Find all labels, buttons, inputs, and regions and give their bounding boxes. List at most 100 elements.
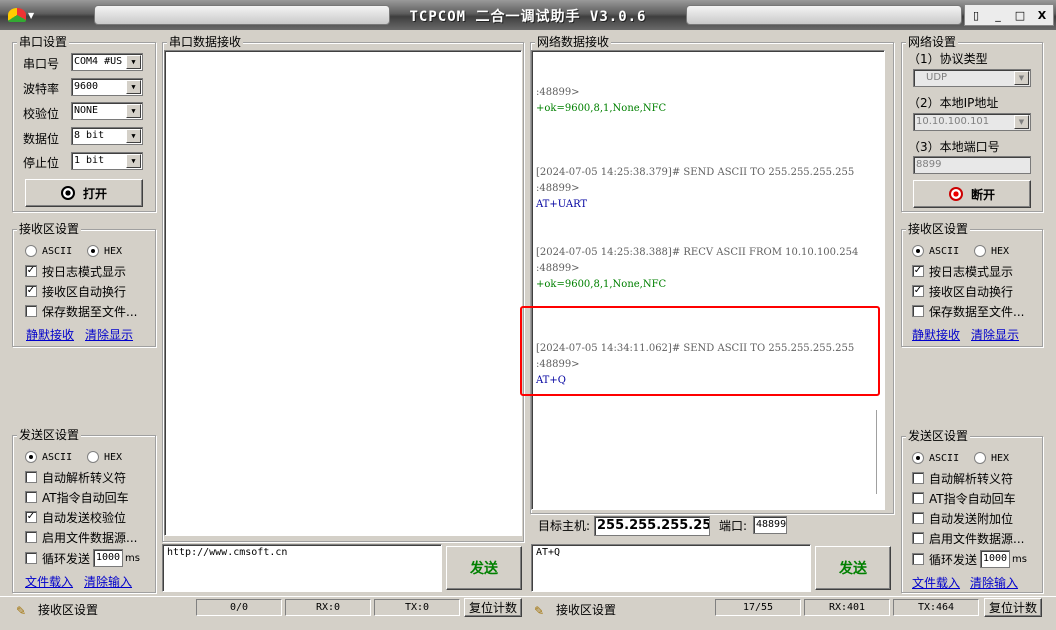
- right-recv-auto-wrap-option[interactable]: ✓ 接收区自动换行: [912, 281, 1013, 301]
- left-send-ascii-option[interactable]: ASCII: [25, 447, 72, 467]
- disconnect-button[interactable]: 断开: [913, 180, 1031, 208]
- maximize-button[interactable]: □: [1011, 9, 1029, 22]
- left-send-loop-checkbox[interactable]: [25, 552, 37, 564]
- right-send-at-cr-checkbox[interactable]: [912, 492, 924, 504]
- protocol-select[interactable]: UDP ▼: [913, 69, 1031, 87]
- right-recv-auto-wrap-checkbox[interactable]: ✓: [912, 285, 924, 297]
- close-button[interactable]: X: [1033, 9, 1051, 22]
- right-recv-ascii-radio[interactable]: [912, 245, 924, 257]
- left-send-auto-escape-option[interactable]: 自动解析转义符: [25, 467, 126, 487]
- status-left-reset-button[interactable]: 复位计数: [464, 598, 522, 617]
- right-recv-hex-radio[interactable]: [974, 245, 986, 257]
- chevron-down-icon[interactable]: ▼: [126, 80, 141, 94]
- right-send-at-cr-option[interactable]: AT指令自动回车: [912, 488, 1016, 508]
- left-recv-save-file-option[interactable]: 保存数据至文件...: [25, 301, 137, 321]
- net-log-line: [2024-07-05 14:25:38.379]# SEND ASCII TO…: [536, 167, 855, 178]
- left-send-auto-check-option[interactable]: ✓ 自动发送校验位: [25, 507, 126, 527]
- left-recv-auto-wrap-checkbox[interactable]: ✓: [25, 285, 37, 297]
- chevron-down-icon[interactable]: ▼: [126, 104, 141, 118]
- left-send-at-cr-option[interactable]: AT指令自动回车: [25, 487, 129, 507]
- left-send-auto-escape-checkbox[interactable]: [25, 471, 37, 483]
- right-recv-hex-option[interactable]: HEX: [974, 241, 1009, 261]
- chevron-down-icon[interactable]: ▼: [126, 129, 141, 143]
- left-recv-silent-link[interactable]: 静默接收: [26, 326, 74, 343]
- right-recv-save-file-checkbox[interactable]: [912, 305, 924, 317]
- parity-select[interactable]: NONE ▼: [71, 102, 143, 120]
- left-send-auto-escape-label: 自动解析转义符: [42, 470, 127, 485]
- right-send-file-src-option[interactable]: 启用文件数据源...: [912, 528, 1024, 548]
- baud-select[interactable]: 9600 ▼: [71, 78, 143, 96]
- right-send-auto-escape-option[interactable]: 自动解析转义符: [912, 468, 1013, 488]
- status-right-reset-button[interactable]: 复位计数: [984, 598, 1042, 617]
- left-send-load-link[interactable]: 文件载入: [25, 573, 73, 590]
- right-recv-log-mode-option[interactable]: ✓ 按日志模式显示: [912, 261, 1013, 281]
- left-send-loop-label: 循环发送: [42, 551, 91, 566]
- pin-icon[interactable]: ▯: [967, 9, 985, 22]
- chevron-down-icon[interactable]: ▼: [126, 55, 141, 69]
- net-send-button[interactable]: 发送: [815, 546, 891, 590]
- right-send-ascii-option[interactable]: ASCII: [912, 448, 959, 468]
- highlight-box: [520, 306, 880, 396]
- net-recv-title: 网络数据接收: [535, 35, 612, 49]
- chevron-down-icon[interactable]: ▼: [126, 154, 141, 168]
- network-settings-group: 网络设置 （1）协议类型 UDP ▼ （2）本地IP地址 10.10.100.10…: [901, 35, 1043, 212]
- right-send-clear-link[interactable]: 清除输入: [970, 574, 1018, 591]
- left-recv-auto-wrap-option[interactable]: ✓ 接收区自动换行: [25, 281, 126, 301]
- serial-send-input[interactable]: http://www.cmsoft.cn: [162, 544, 442, 592]
- open-port-button[interactable]: 打开: [25, 179, 143, 207]
- minimize-button[interactable]: _: [989, 9, 1007, 22]
- left-recv-log-mode-checkbox[interactable]: ✓: [25, 265, 37, 277]
- right-send-loop-checkbox[interactable]: [912, 553, 924, 565]
- serial-send-button[interactable]: 发送: [446, 546, 522, 590]
- databits-select[interactable]: 8 bit ▼: [71, 127, 143, 145]
- right-send-auto-escape-checkbox[interactable]: [912, 472, 924, 484]
- left-recv-ascii-radio[interactable]: [25, 245, 37, 257]
- serial-recv-area[interactable]: [164, 50, 522, 536]
- left-send-at-cr-label: AT指令自动回车: [42, 490, 129, 505]
- local-ip-select[interactable]: 10.10.100.101 ▼: [913, 113, 1031, 131]
- net-send-input[interactable]: AT+Q: [531, 544, 811, 592]
- right-send-auto-append-option[interactable]: 自动发送附加位: [912, 508, 1013, 528]
- left-send-hex-option[interactable]: HEX: [87, 447, 122, 467]
- right-send-file-src-checkbox[interactable]: [912, 532, 924, 544]
- left-send-auto-check-checkbox[interactable]: ✓: [25, 511, 37, 523]
- left-send-hex-radio[interactable]: [87, 451, 99, 463]
- left-recv-save-file-checkbox[interactable]: [25, 305, 37, 317]
- left-send-at-cr-checkbox[interactable]: [25, 491, 37, 503]
- stopbits-select[interactable]: 1 bit ▼: [71, 152, 143, 170]
- right-recv-save-file-option[interactable]: 保存数据至文件...: [912, 301, 1024, 321]
- right-send-load-link[interactable]: 文件载入: [912, 574, 960, 591]
- left-recv-hex-option[interactable]: HEX: [87, 241, 122, 261]
- target-port-label: 端口:: [719, 519, 748, 533]
- right-send-loop-option[interactable]: 循环发送: [912, 549, 977, 569]
- right-recv-silent-link[interactable]: 静默接收: [912, 326, 960, 343]
- left-recv-hex-radio[interactable]: [87, 245, 99, 257]
- left-send-file-src-option[interactable]: 启用文件数据源...: [25, 527, 137, 547]
- port-select[interactable]: COM4 #US ▼: [71, 53, 143, 71]
- right-send-hex-option[interactable]: HEX: [974, 448, 1009, 468]
- right-recv-clear-link[interactable]: 清除显示: [971, 326, 1019, 343]
- power-icon: [948, 187, 963, 201]
- left-recv-clear-link[interactable]: 清除显示: [85, 326, 133, 343]
- net-recv-area[interactable]: :48899> +ok=9600,8,1,None,NFC [2024-07-05…: [531, 50, 885, 510]
- target-port-input[interactable]: 48899: [753, 516, 787, 534]
- left-send-file-src-checkbox[interactable]: [25, 531, 37, 543]
- chevron-down-icon[interactable]: ▼: [1014, 71, 1029, 85]
- right-recv-log-mode-checkbox[interactable]: ✓: [912, 265, 924, 277]
- net-recv-scrollbar[interactable]: [876, 410, 884, 494]
- left-recv-log-mode-option[interactable]: ✓ 按日志模式显示: [25, 261, 126, 281]
- left-send-clear-link[interactable]: 清除输入: [84, 573, 132, 590]
- left-send-ascii-radio[interactable]: [25, 451, 37, 463]
- right-send-auto-append-checkbox[interactable]: [912, 512, 924, 524]
- left-send-loop-interval[interactable]: 1000: [93, 549, 123, 567]
- chevron-down-icon[interactable]: ▼: [1014, 115, 1029, 129]
- right-send-hex-radio[interactable]: [974, 452, 986, 464]
- right-send-ascii-radio[interactable]: [912, 452, 924, 464]
- right-recv-ascii-option[interactable]: ASCII: [912, 241, 959, 261]
- left-recv-ascii-option[interactable]: ASCII: [25, 241, 72, 261]
- target-host-input[interactable]: 255.255.255.255: [594, 516, 710, 536]
- left-send-loop-option[interactable]: 循环发送: [25, 548, 90, 568]
- right-send-loop-interval[interactable]: 1000: [980, 550, 1010, 568]
- local-port-input[interactable]: 8899: [913, 156, 1031, 174]
- port-value: COM4 #US: [74, 56, 123, 67]
